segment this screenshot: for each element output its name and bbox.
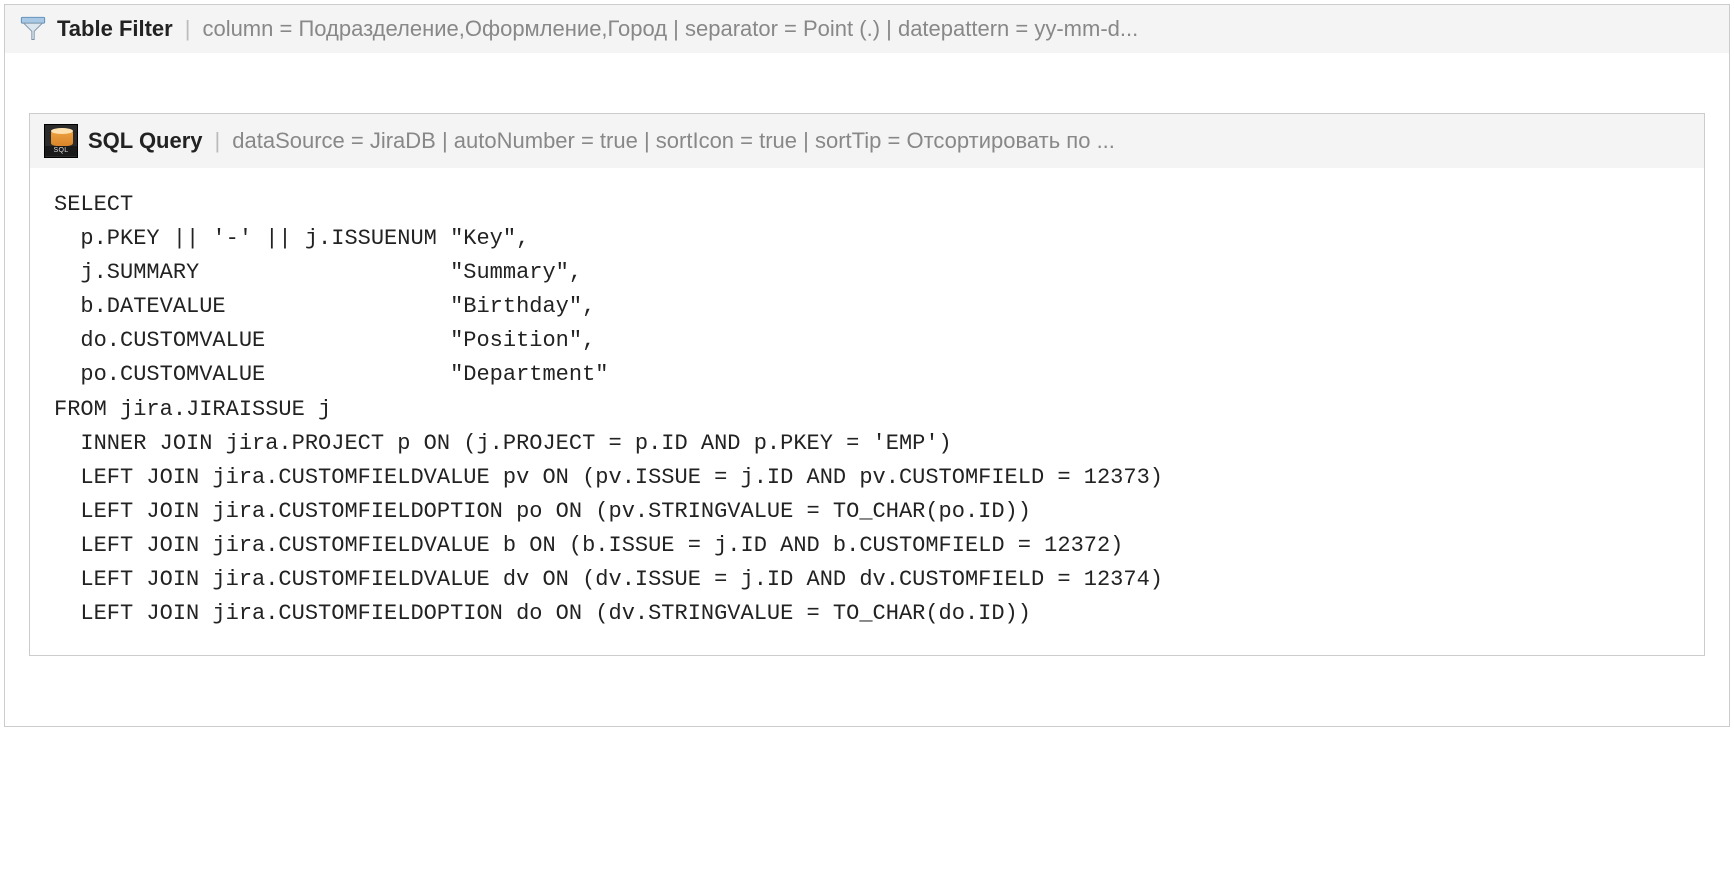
sql-query-body: SELECT p.PKEY || '-' || j.ISSUENUM "Key"… (30, 168, 1704, 655)
table-filter-title: Table Filter (57, 16, 173, 42)
database-icon: SQL (44, 124, 78, 158)
sql-query-params: dataSource = JiraDB | autoNumber = true … (232, 128, 1115, 154)
table-filter-macro-panel[interactable]: Table Filter | column = Подразделение,Оф… (4, 4, 1730, 727)
table-filter-header[interactable]: Table Filter | column = Подразделение,Оф… (5, 5, 1729, 53)
table-filter-body: SQL SQL Query | dataSource = JiraDB | au… (5, 53, 1729, 726)
sql-query-title: SQL Query (88, 128, 203, 154)
separator: | (215, 128, 221, 154)
sql-query-macro-panel[interactable]: SQL SQL Query | dataSource = JiraDB | au… (29, 113, 1705, 656)
separator: | (185, 16, 191, 42)
table-filter-params: column = Подразделение,Оформление,Город … (202, 16, 1138, 42)
sql-code-block[interactable]: SELECT p.PKEY || '-' || j.ISSUENUM "Key"… (54, 188, 1680, 631)
filter-icon (19, 15, 47, 43)
sql-query-header[interactable]: SQL SQL Query | dataSource = JiraDB | au… (30, 114, 1704, 168)
